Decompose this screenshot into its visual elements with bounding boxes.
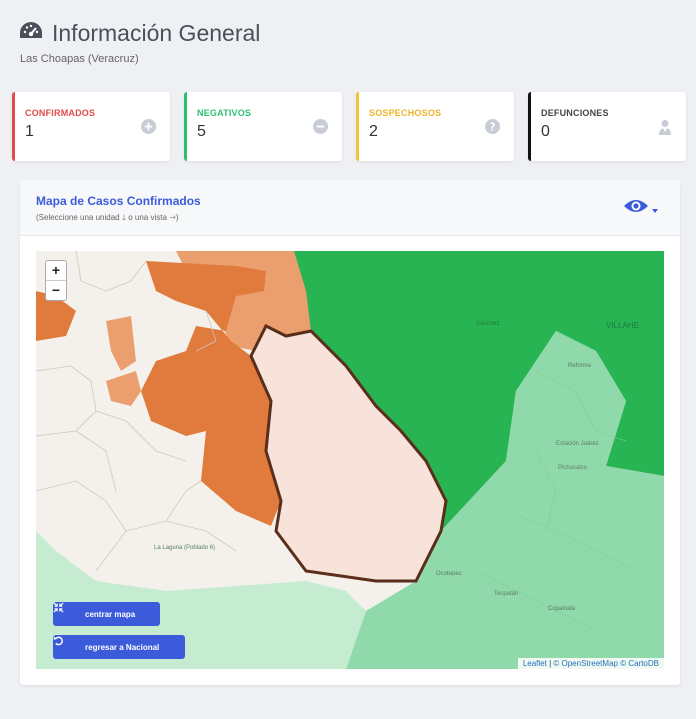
back-to-national-label: regresar a Nacional xyxy=(85,642,160,652)
map-panel: Mapa de Casos Confirmados (Seleccione un… xyxy=(20,180,680,685)
map-label-tecpatan: Tecpatán xyxy=(494,591,519,597)
deaths-label: DEFUNCIONES xyxy=(541,108,609,118)
chevron-down-icon xyxy=(652,200,658,218)
eye-icon xyxy=(623,198,649,219)
map-label-pichucalco: Pichucalco xyxy=(558,465,588,471)
zoom-in-button[interactable]: + xyxy=(46,261,66,280)
negative-card[interactable]: NEGATIVOS 5 xyxy=(184,92,342,161)
user-icon xyxy=(658,119,672,140)
zoom-out-button[interactable]: − xyxy=(46,280,66,300)
stats-cards: CONFIRMADOS 1 NEGATIVOS 5 SOSPECHOSOS 2 … xyxy=(12,92,696,161)
zoom-control: + − xyxy=(45,260,67,301)
negative-value: 5 xyxy=(197,123,206,140)
deaths-card[interactable]: DEFUNCIONES 0 xyxy=(528,92,686,161)
svg-text:?: ? xyxy=(490,121,496,133)
page-header: Información General Las Choapas (Veracru… xyxy=(18,20,260,65)
cases-map[interactable]: La Laguna (Poblado 6) Sánchez VILLAHE Es… xyxy=(36,251,664,669)
center-map-label: centrar mapa xyxy=(85,609,136,619)
map-label-reforma: Reforma xyxy=(568,363,592,369)
confirmed-value: 1 xyxy=(25,123,34,140)
map-label-estacion: Estación Juárez xyxy=(556,441,599,447)
view-dropdown[interactable] xyxy=(623,198,658,219)
map-panel-title: Mapa de Casos Confirmados xyxy=(36,194,201,208)
confirmed-label: CONFIRMADOS xyxy=(25,108,96,118)
plus-circle-icon xyxy=(141,119,156,139)
center-map-button[interactable]: centrar mapa xyxy=(53,602,160,626)
deaths-value: 0 xyxy=(541,123,550,140)
map-label-la-laguna: La Laguna (Poblado 6) xyxy=(154,545,216,551)
map-panel-header: Mapa de Casos Confirmados (Seleccione un… xyxy=(20,180,680,236)
negative-label: NEGATIVOS xyxy=(197,108,252,118)
dashboard-icon xyxy=(18,20,44,47)
map-label-copainala: Copainalá xyxy=(548,606,576,612)
confirmed-card[interactable]: CONFIRMADOS 1 xyxy=(12,92,170,161)
map-label-villahe: VILLAHE xyxy=(606,321,639,330)
suspect-card[interactable]: SOSPECHOSOS 2 ? xyxy=(356,92,514,161)
map-panel-subtitle: (Seleccione una unidad 🡓 o una vista 🡒) xyxy=(36,213,179,222)
back-to-national-button[interactable]: regresar a Nacional xyxy=(53,635,185,659)
leaflet-link[interactable]: Leaflet xyxy=(523,659,547,668)
map-label-ocotepec: Ocotepec xyxy=(436,571,462,577)
map-attribution: Leaflet | © OpenStreetMap © CartoDB xyxy=(517,658,664,669)
page-subtitle: Las Choapas (Veracruz) xyxy=(20,53,139,65)
suspect-value: 2 xyxy=(369,123,378,140)
carto-link[interactable]: © CartoDB xyxy=(620,659,659,668)
page-title: Información General xyxy=(52,20,261,46)
osm-link[interactable]: © OpenStreetMap xyxy=(553,659,618,668)
minus-circle-icon xyxy=(313,119,328,139)
suspect-label: SOSPECHOSOS xyxy=(369,108,442,118)
map-label-sanchez: Sánchez xyxy=(476,321,500,327)
question-circle-icon: ? xyxy=(485,119,500,139)
